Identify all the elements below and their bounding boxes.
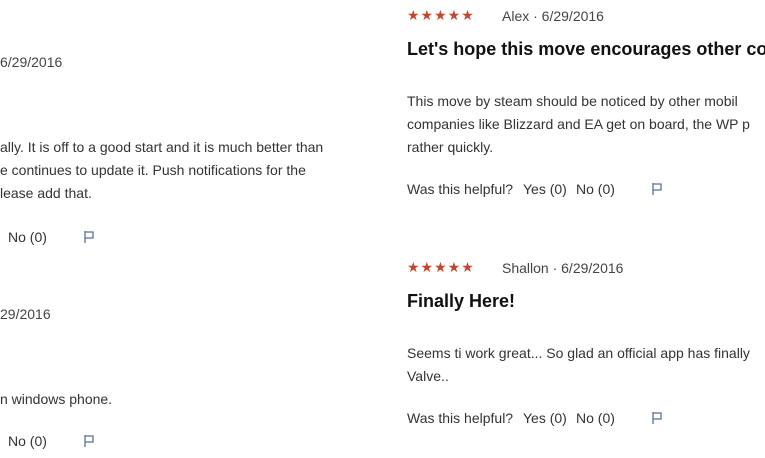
star-rating: ★★★★★ <box>407 7 475 23</box>
review-body-line: e continues to update it. Push notificat… <box>0 162 306 178</box>
review-body-line: This move by steam should be noticed by … <box>407 93 738 109</box>
review-body-line: rather quickly. <box>407 139 494 155</box>
review-title: Let's hope this move encourages other co <box>407 39 765 59</box>
flag-icon[interactable] <box>82 230 96 249</box>
review-body-line: Valve.. <box>407 368 449 384</box>
review-date: 6/29/2016 <box>0 54 63 70</box>
review-body-line: Seems ti work great... So glad an offici… <box>407 345 750 361</box>
review-title: Finally Here! <box>407 291 516 311</box>
flag-icon[interactable] <box>650 411 664 430</box>
review-body-line: n windows phone. <box>0 391 113 407</box>
review-author-date: Alex · 6/29/2016 <box>502 8 604 24</box>
review-body-line: ally. It is off to a good start and it i… <box>0 139 324 155</box>
helpful-yes-button[interactable]: Yes (0) <box>523 181 567 197</box>
not-helpful-button[interactable]: No (0) <box>8 229 47 245</box>
review-body-line: lease add that. <box>0 185 92 201</box>
helpful-prompt: Was this helpful? <box>407 410 514 426</box>
flag-icon[interactable] <box>650 182 664 201</box>
review-date: 29/2016 <box>0 306 51 322</box>
helpful-no-button[interactable]: No (0) <box>576 410 615 426</box>
helpful-prompt: Was this helpful? <box>407 181 514 197</box>
review-author-date: Shallon · 6/29/2016 <box>502 260 624 276</box>
flag-icon[interactable] <box>82 434 96 453</box>
star-rating: ★★★★★ <box>407 259 475 275</box>
helpful-no-button[interactable]: No (0) <box>576 181 615 197</box>
not-helpful-button[interactable]: No (0) <box>8 433 47 449</box>
review-body-line: companies like Blizzard and EA get on bo… <box>407 116 750 132</box>
helpful-yes-button[interactable]: Yes (0) <box>523 410 567 426</box>
